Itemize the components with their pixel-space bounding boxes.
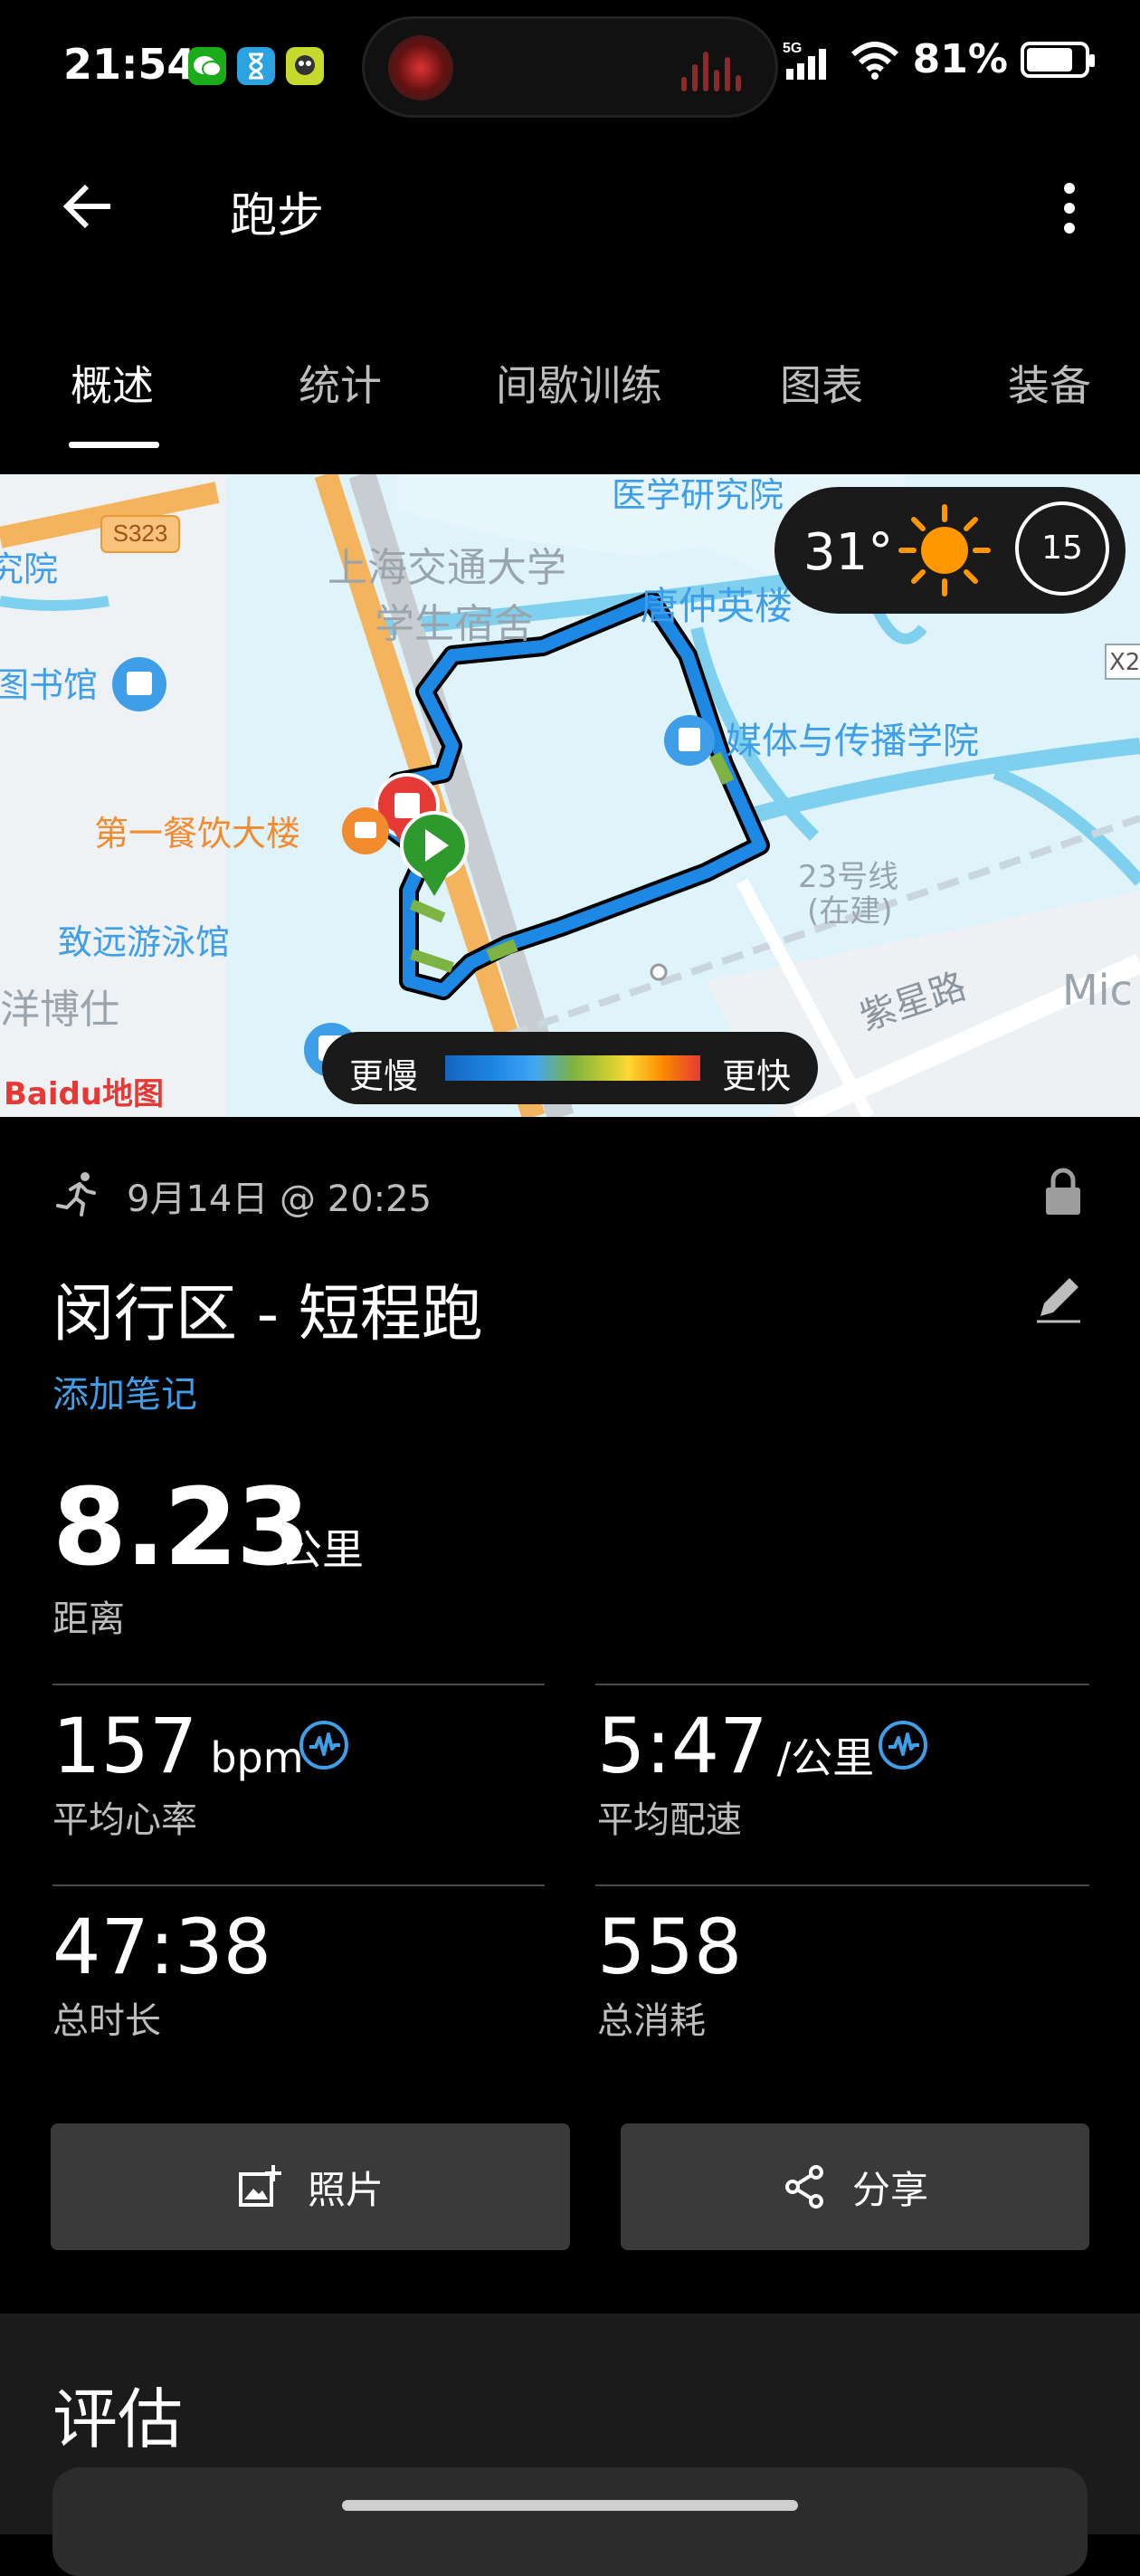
tab-intervals[interactable]: 间歇训练 [496, 353, 662, 413]
tab-overview[interactable]: 概述 [71, 353, 154, 413]
distance-label: 距离 [52, 1598, 125, 1640]
status-time: 21:54 [63, 40, 196, 89]
avg-pace-label: 平均配速 [597, 1799, 742, 1841]
baidu-map-logo: Baidu地图 [4, 1076, 164, 1112]
photo-button-label: 照片 [307, 2167, 384, 2212]
battery-icon [1021, 41, 1095, 78]
distance-value: 8.23 [52, 1465, 310, 1589]
tab-stats[interactable]: 统计 [299, 353, 382, 413]
calories-label: 总消耗 [597, 2000, 706, 2042]
avg-hr-value: 157 [52, 1702, 198, 1790]
running-icon [56, 1172, 96, 1216]
active-tab-indicator [69, 442, 159, 448]
hourglass-icon [237, 47, 275, 85]
heart-rate-chart-icon[interactable] [299, 1720, 349, 1770]
avg-pace-stat: 5:47 /公里 [597, 1702, 874, 1790]
library-poi-icon [112, 657, 166, 711]
more-options-button[interactable] [1051, 177, 1088, 241]
map-label-med-inst: 医学研究院 [612, 475, 784, 515]
divider [52, 1884, 545, 1886]
tab-bar: 概述 统计 间歇训练 图表 装备 [0, 335, 1140, 462]
duration-value: 47:38 [52, 1903, 272, 1991]
map-label-metro: 23号线 [798, 859, 898, 895]
legend-fast-label: 更快 [722, 1056, 792, 1096]
album-art-icon [388, 35, 453, 100]
pace-legend: 更慢 更快 [322, 1032, 818, 1104]
avg-hr-stat: 157 bpm [52, 1702, 304, 1790]
map-label-metro-status: (在建) [807, 893, 893, 930]
wifi-icon [850, 41, 898, 80]
activity-title: 闵行区 - 短程跑 [52, 1279, 483, 1350]
pace-gradient-bar [445, 1055, 700, 1081]
calories-value: 558 [597, 1903, 743, 1991]
map-label-canteen: 第一餐饮大楼 [94, 814, 300, 854]
avg-hr-label: 平均心率 [52, 1799, 197, 1841]
kebab-menu-icon [1051, 183, 1088, 234]
audio-wave-icon [676, 52, 741, 95]
game-app-icon [286, 47, 324, 85]
signal-icon: 5G [783, 41, 826, 80]
status-right: 5G 81% [783, 36, 1095, 82]
divider [595, 1684, 1089, 1685]
map-label-tang: 唐仲英楼 [641, 584, 793, 628]
battery-percent: 81% [912, 36, 1008, 82]
evaluation-heading: 评估 [52, 2381, 184, 2457]
media-school-poi-icon [664, 715, 715, 766]
share-icon [784, 2165, 823, 2209]
activity-datetime: 9月14日 @ 20:25 [127, 1178, 432, 1220]
add-photo-icon [238, 2165, 281, 2207]
avg-pace-value: 5:47 [597, 1702, 768, 1790]
tab-gear[interactable]: 装备 [1008, 353, 1091, 413]
avg-pace-unit: /公里 [776, 1733, 875, 1782]
add-note-link[interactable]: 添加笔记 [52, 1365, 197, 1417]
avg-hr-unit: bpm [210, 1733, 304, 1782]
home-indicator[interactable] [342, 2500, 798, 2511]
wind-speed-dial: 15 [1015, 501, 1109, 596]
legend-slow-label: 更慢 [349, 1056, 419, 1096]
map-label-edge-2: 洋博仕 [0, 987, 119, 1033]
map-label-univ: 上海交通大学 [328, 545, 566, 591]
dynamic-island-media[interactable] [362, 16, 778, 118]
map-label-dorm: 学生宿舍 [375, 601, 534, 647]
share-button[interactable]: 分享 [621, 2123, 1089, 2250]
weather-temp: 31° [803, 523, 894, 582]
evaluation-card[interactable] [52, 2467, 1088, 2576]
lock-icon[interactable] [1042, 1166, 1084, 1216]
divider [595, 1884, 1089, 1886]
map-marker-icon [650, 963, 668, 981]
network-label: 5G [783, 41, 802, 56]
duration-label: 总时长 [52, 2000, 161, 2042]
sun-icon [898, 504, 991, 596]
map-label-library: 图书馆 [0, 665, 98, 705]
map-label-pool: 致远游泳馆 [58, 922, 230, 962]
map-label-edge-x2: X2 [1109, 649, 1140, 676]
map-label-media: 媒体与传播学院 [726, 720, 979, 762]
back-button[interactable] [60, 177, 118, 235]
wind-speed-value: 15 [1041, 530, 1083, 567]
map-label-edge-mic: Mic [1062, 966, 1133, 1015]
canteen-poi-icon [342, 807, 389, 854]
divider [52, 1684, 545, 1685]
edit-pencil-icon[interactable] [1031, 1271, 1086, 1325]
status-bar: 21:54 5G 81% [0, 0, 1140, 136]
wechat-icon [188, 47, 226, 85]
add-photo-button[interactable]: 照片 [51, 2123, 570, 2250]
pace-chart-icon[interactable] [878, 1720, 928, 1770]
share-button-label: 分享 [851, 2167, 928, 2212]
tab-charts[interactable]: 图表 [780, 353, 863, 413]
distance-unit: 公里 [280, 1525, 364, 1574]
page-title: 跑步 [230, 189, 325, 243]
road-label-s323: S323 [113, 520, 168, 547]
weather-badge: 31° 15 [774, 487, 1126, 614]
arrow-left-icon [62, 184, 110, 229]
map-label-edge-1: 究院 [0, 549, 58, 589]
